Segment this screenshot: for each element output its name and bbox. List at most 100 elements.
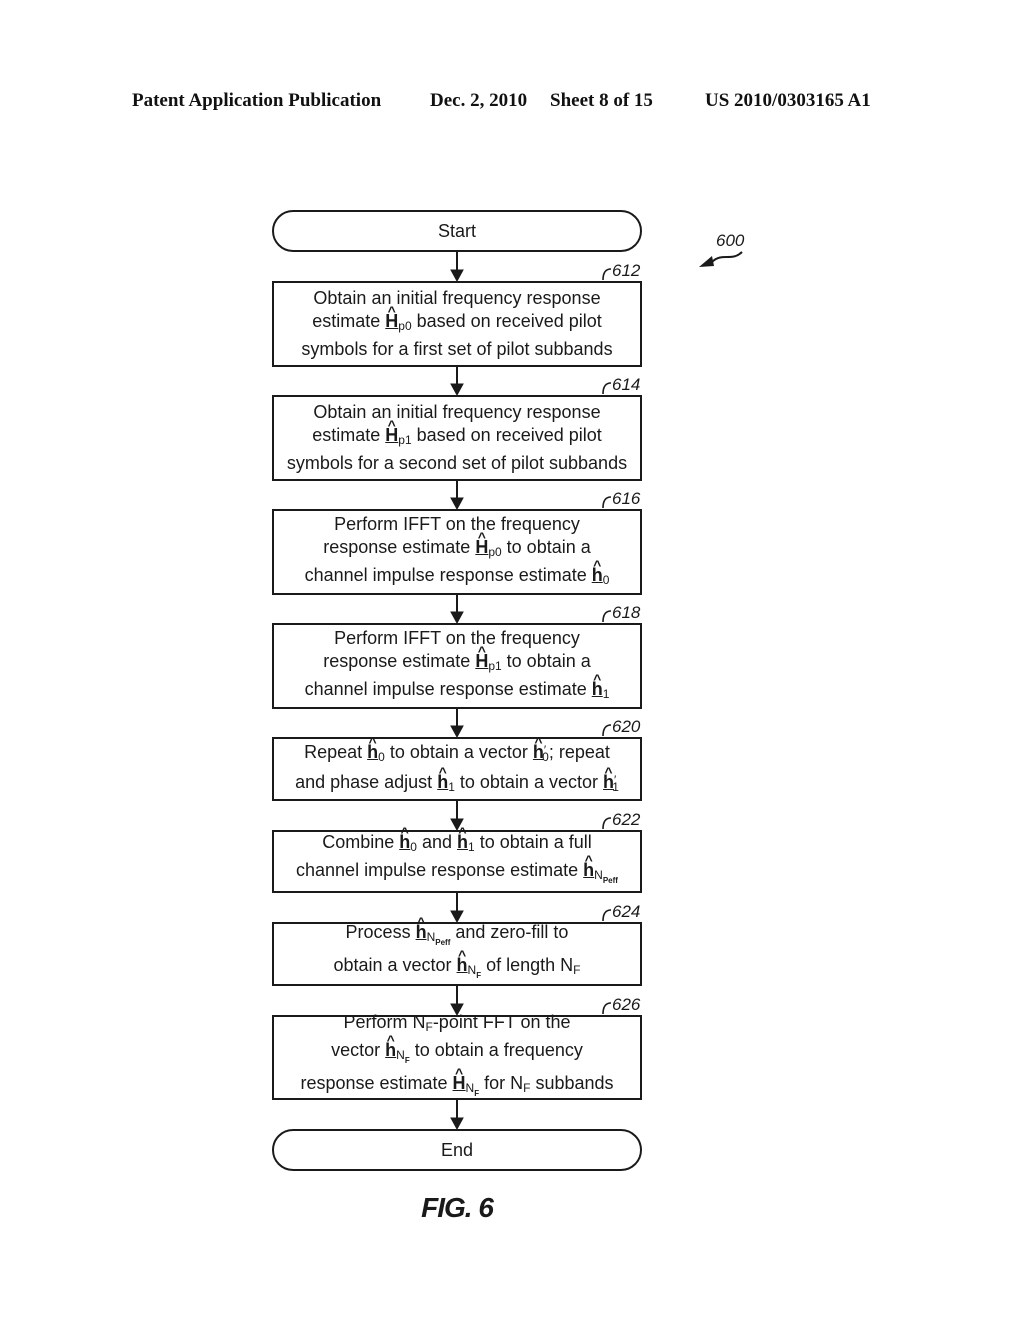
subscript: p0 xyxy=(488,544,502,559)
diagram-ref-arrow-icon xyxy=(699,251,743,267)
subscript-2: Peff xyxy=(602,876,618,885)
ref-leader-icon xyxy=(602,817,612,830)
hat-accent: ^ xyxy=(593,670,602,687)
subscript: 0 xyxy=(602,572,610,587)
math-symbol: ^ h xyxy=(385,1032,396,1060)
process-step-626: Perform NF-point FFT on the vector ^ hNF t… xyxy=(272,1012,642,1100)
math-symbol: ^ H xyxy=(453,1065,466,1093)
start-terminal: Start xyxy=(272,210,642,252)
subscript: N xyxy=(467,963,477,977)
step-ref-614: 614 xyxy=(612,375,641,394)
subscript: 1 xyxy=(468,840,475,854)
step-ref-624: 624 xyxy=(612,902,641,921)
arrowhead-icon xyxy=(450,383,464,397)
step-text-line: Obtain an initial frequency response xyxy=(313,288,601,308)
process-step-618: Perform IFFT on the frequency response es… xyxy=(272,623,642,709)
step-ref-622: 622 xyxy=(612,810,641,829)
end-terminal: End xyxy=(272,1129,642,1171)
diagram-ref-label: 600 xyxy=(716,231,745,250)
step-ref-620: 620 xyxy=(612,717,641,736)
process-step-622: Combine ^ h0 and ^ h1 to obtain a full chan… xyxy=(272,824,642,893)
subscript: N xyxy=(426,930,436,944)
hat-accent: ^ xyxy=(477,528,486,545)
step-text-line: estimate ^ Hp1 based on received pilot xyxy=(312,417,602,452)
end-label: End xyxy=(440,1139,474,1160)
subscript: N xyxy=(396,1047,405,1062)
arrowhead-icon xyxy=(450,611,464,625)
hat-accent: ^ xyxy=(477,642,486,659)
step-text-line: symbols for a first set of pilot subband… xyxy=(301,339,613,359)
math-symbol: ^ h xyxy=(533,734,544,762)
math-symbol: ^ h xyxy=(399,824,410,852)
hat-accent: ^ xyxy=(416,914,426,930)
step-ref-616: 616 xyxy=(612,489,641,508)
arrowhead-icon xyxy=(450,725,464,739)
hat-accent: ^ xyxy=(400,824,409,840)
arrowhead-icon xyxy=(450,1117,464,1131)
step-text-line: channel impulse response estimate ^ hNPef… xyxy=(296,852,618,892)
step-text-line: Repeat ^ h0 to obtain a vector ^ h′0; repe… xyxy=(304,734,610,769)
subscript: N xyxy=(465,1080,475,1095)
subscript: N xyxy=(594,868,603,882)
subscript: p1 xyxy=(398,433,412,447)
ref-leader-icon xyxy=(602,909,612,922)
process-step-620: Repeat ^ h0 to obtain a vector ^ h′0; repe… xyxy=(272,734,642,801)
ref-leader-icon xyxy=(602,496,612,509)
math-symbol: ^ H xyxy=(385,417,398,445)
ref-leader-icon xyxy=(602,724,612,737)
step-text-line: Perform NF-point FFT on the xyxy=(343,1011,571,1034)
step-text-line: estimate ^ Hp0 based on received pilot xyxy=(312,303,602,338)
subscript: 1 xyxy=(448,780,455,794)
math-symbol: ^ h xyxy=(603,764,614,792)
math-symbol: ^ H xyxy=(475,643,488,671)
hat-accent: ^ xyxy=(534,734,543,750)
step-text-line: response estimate ^ HNF for NF subbands xyxy=(300,1065,613,1105)
step-text-line: obtain a vector ^ hNF of length NF xyxy=(333,947,581,987)
step-text-line: response estimate ^ Hp0 to obtain a xyxy=(323,529,591,564)
figure-label: FIG. 6 xyxy=(421,1192,494,1223)
subscript-2: F xyxy=(404,1055,410,1065)
math-symbol: ^ h xyxy=(457,824,468,852)
math-symbol: ^ h xyxy=(592,557,603,585)
step-ref-626: 626 xyxy=(612,995,641,1014)
subscript: F xyxy=(523,1080,531,1095)
hat-accent: ^ xyxy=(454,1064,464,1081)
step-text-line: Perform IFFT on the frequency xyxy=(334,513,580,534)
math-symbol: ^ h xyxy=(583,852,594,880)
hat-accent: ^ xyxy=(438,764,447,780)
hat-accent: ^ xyxy=(387,303,396,319)
subscript-2: F xyxy=(476,971,482,980)
start-label: Start xyxy=(437,220,476,241)
step-text-line: and phase adjust ^ h1 to obtain a vector … xyxy=(295,764,619,799)
hat-accent: ^ xyxy=(386,1031,395,1048)
math-symbol: ^ H xyxy=(475,529,488,557)
subscript: F xyxy=(573,963,581,977)
arrowhead-icon xyxy=(450,497,464,511)
hat-accent: ^ xyxy=(368,734,377,750)
ref-leader-icon xyxy=(602,1002,612,1015)
subscript-2: Peff xyxy=(435,938,451,947)
process-step-612: Obtain an initial frequency response esti… xyxy=(272,281,642,367)
hat-accent: ^ xyxy=(458,824,467,840)
subscript: F xyxy=(425,1019,433,1034)
step-text-line: symbols for a second set of pilot subban… xyxy=(286,453,628,473)
hat-accent: ^ xyxy=(604,764,613,780)
hat-accent: ^ xyxy=(593,556,602,573)
ref-leader-icon xyxy=(602,382,612,395)
subscript: 0 xyxy=(410,840,417,854)
hat-accent: ^ xyxy=(387,417,396,433)
step-text-line: Perform IFFT on the frequency xyxy=(334,627,580,648)
hat-accent: ^ xyxy=(584,852,593,868)
step-ref-618: 618 xyxy=(612,603,641,622)
math-symbol: ^ h xyxy=(592,671,603,699)
ref-leader-icon xyxy=(602,610,612,623)
step-text-line: channel impulse response estimate ^ h1 xyxy=(305,671,610,706)
subscript: p1 xyxy=(488,658,502,673)
step-text-line: channel impulse response estimate ^ h0 xyxy=(305,557,610,592)
step-text-line: response estimate ^ Hp1 to obtain a xyxy=(323,643,591,678)
math-symbol: ^ h xyxy=(416,914,427,942)
step-text-line: Combine ^ h0 and ^ h1 to obtain a full xyxy=(322,824,592,859)
math-symbol: ^ h xyxy=(367,734,378,762)
step-ref-612: 612 xyxy=(612,261,641,280)
math-symbol: ^ h xyxy=(457,947,468,975)
